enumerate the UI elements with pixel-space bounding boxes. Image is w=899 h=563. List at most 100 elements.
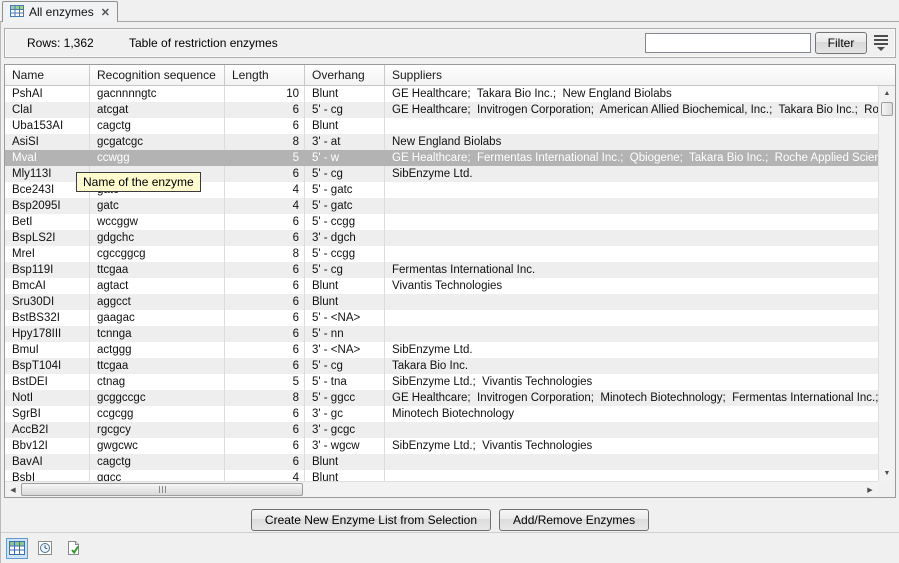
table-row[interactable]: PshAIgacnnnngtc10BluntGE Healthcare; Tak… [5,86,878,102]
table-row[interactable]: MreIcgccggcg85' - ccgg [5,246,878,262]
table-row[interactable]: BstBS32Igaagac65' - <NA> [5,310,878,326]
create-enzyme-list-button[interactable]: Create New Enzyme List from Selection [251,509,491,531]
table-toolbar: Rows: 1,362 Table of restriction enzymes… [4,28,896,58]
table-row[interactable]: BstDEIctnag55' - tnaSibEnzyme Ltd.; Viva… [5,374,878,390]
add-remove-enzymes-button[interactable]: Add/Remove Enzymes [499,509,649,531]
table-row[interactable]: AccB2Irgcgcy63' - gcgc [5,422,878,438]
cell-suppliers [385,310,878,326]
column-header-length[interactable]: Length [225,65,305,86]
cell-seq: cgccggcg [90,246,225,262]
vertical-scrollbar[interactable]: ▲ ▼ [878,86,895,481]
cell-seq: rgcgcy [90,422,225,438]
cell-overhang: 5' - nn [305,326,385,342]
cell-name: BspT104I [5,358,90,374]
table-header: Name Recognition sequence Length Overhan… [5,65,895,86]
table-icon [10,5,24,20]
filter-search-input[interactable] [645,33,811,53]
column-header-overhang[interactable]: Overhang [305,65,385,86]
table-row[interactable]: BspT104Ittcgaa65' - cgTakara Bio Inc. [5,358,878,374]
element-info-view-icon[interactable] [62,538,84,559]
cell-seq: gatc [90,198,225,214]
cell-name: BmcAI [5,278,90,294]
cell-length: 6 [225,278,305,294]
table-view-icon[interactable] [6,538,28,559]
column-header-name[interactable]: Name [5,65,90,86]
table-row[interactable]: Sru30DIaggcct6Blunt [5,294,878,310]
cell-seq: atcgat [90,102,225,118]
cell-overhang: 3' - gc [305,406,385,422]
table-row[interactable]: ClaIatcgat65' - cgGE Healthcare; Invitro… [5,102,878,118]
cell-length: 4 [225,198,305,214]
cell-length: 6 [225,326,305,342]
cell-suppliers [385,294,878,310]
history-view-icon[interactable] [34,538,56,559]
filter-button[interactable]: Filter [815,32,867,54]
tab-all-enzymes[interactable]: All enzymes ✕ [2,1,118,22]
table-row[interactable]: NotIgcggccgc85' - ggccGE Healthcare; Inv… [5,390,878,406]
cell-overhang: Blunt [305,470,385,481]
cell-suppliers: SibEnzyme Ltd.; Vivantis Technologies [385,438,878,454]
cell-seq: wccggw [90,214,225,230]
cell-length: 6 [225,166,305,182]
table-row[interactable]: Bbv12Igwgcwc63' - wgcwSibEnzyme Ltd.; Vi… [5,438,878,454]
cell-length: 8 [225,246,305,262]
table-row[interactable]: BmuIactggg63' - <NA>SibEnzyme Ltd. [5,342,878,358]
table-row[interactable]: BavAIcagctg6Blunt [5,454,878,470]
cell-overhang: 5' - tna [305,374,385,390]
horizontal-scrollbar[interactable]: ◀ ▶ [5,481,878,497]
table-row[interactable]: BspLS2Igdgchc63' - dgch [5,230,878,246]
cell-seq: agtact [90,278,225,294]
scrollbar-corner [878,481,895,497]
cell-length: 6 [225,310,305,326]
cell-seq: cagctg [90,454,225,470]
cell-name: MreI [5,246,90,262]
cell-overhang: 3' - gcgc [305,422,385,438]
scroll-down-icon[interactable]: ▼ [880,466,894,481]
scroll-up-icon[interactable]: ▲ [880,86,894,101]
table-row[interactable]: BmcAIagtact6BluntVivantis Technologies [5,278,878,294]
cell-seq: tcnnga [90,326,225,342]
cell-length: 6 [225,102,305,118]
cell-suppliers: Vivantis Technologies [385,278,878,294]
cell-overhang: 3' - <NA> [305,342,385,358]
table-row[interactable]: AsiSIgcgatcgc83' - atNew England Biolabs [5,134,878,150]
scroll-right-icon[interactable]: ▶ [863,483,877,496]
cell-length: 6 [225,342,305,358]
column-header-recognition-sequence[interactable]: Recognition sequence [90,65,225,86]
cell-overhang: Blunt [305,278,385,294]
table-row[interactable]: SgrBIccgcgg63' - gcMinotech Biotechnolog… [5,406,878,422]
cell-suppliers [385,246,878,262]
cell-length: 8 [225,390,305,406]
table-row[interactable]: BsbIggcc4Blunt [5,470,878,481]
cell-seq: ttcgaa [90,262,225,278]
cell-length: 4 [225,470,305,481]
cell-overhang: 3' - wgcw [305,438,385,454]
cell-suppliers [385,326,878,342]
table-row[interactable]: Uba153AIcagctg6Blunt [5,118,878,134]
rows-count-label: Rows: 1,362 [27,36,94,50]
cell-suppliers [385,214,878,230]
cell-suppliers: GE Healthcare; Fermentas International I… [385,150,878,166]
cell-seq: ctnag [90,374,225,390]
filter-options-icon[interactable] [872,35,890,51]
vertical-scroll-thumb[interactable] [881,102,893,116]
cell-suppliers: Fermentas International Inc. [385,262,878,278]
table-row[interactable]: MvaIccwgg55' - wGE Healthcare; Fermentas… [5,150,878,166]
table-row[interactable]: Bsp2095Igatc45' - gatc [5,198,878,214]
enzyme-table: Name Recognition sequence Length Overhan… [4,64,896,498]
cell-seq: gcgatcgc [90,134,225,150]
cell-overhang: 3' - dgch [305,230,385,246]
cell-suppliers: GE Healthcare; Takara Bio Inc.; New Engl… [385,86,878,102]
table-row[interactable]: BetIwccggw65' - ccgg [5,214,878,230]
action-button-row: Create New Enzyme List from Selection Ad… [1,509,899,531]
cell-name: BstDEI [5,374,90,390]
column-header-suppliers[interactable]: Suppliers [385,65,878,86]
tab-bar: All enzymes ✕ [0,0,899,22]
table-row[interactable]: Bsp119Ittcgaa65' - cgFermentas Internati… [5,262,878,278]
horizontal-scroll-thumb[interactable] [21,483,303,496]
table-row[interactable]: Hpy178IIItcnnga65' - nn [5,326,878,342]
cell-suppliers [385,182,878,198]
scroll-left-icon[interactable]: ◀ [6,483,20,496]
tab-close-icon[interactable]: ✕ [101,6,110,19]
cell-length: 4 [225,182,305,198]
